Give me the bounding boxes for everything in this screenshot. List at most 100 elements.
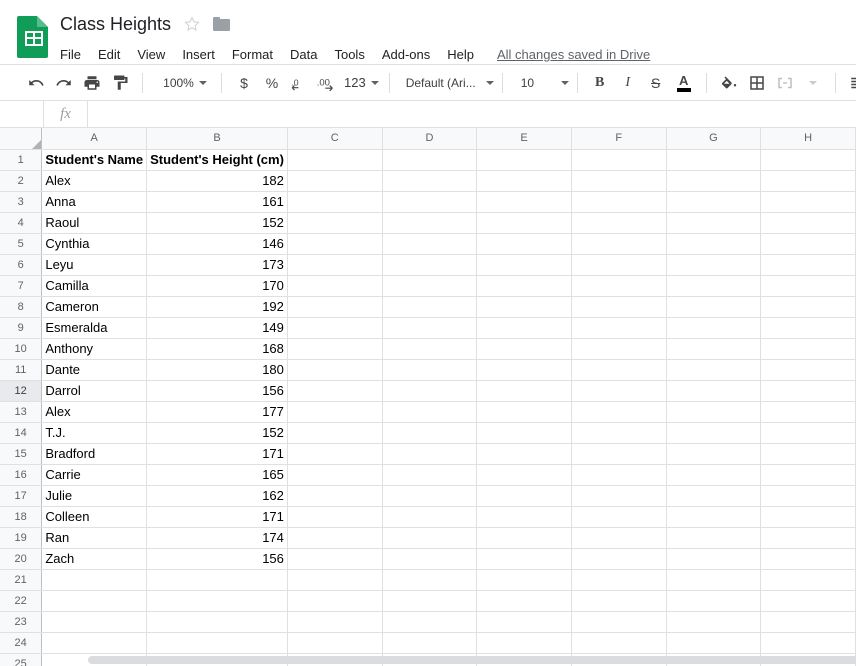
cell[interactable]: Bradford	[41, 443, 148, 465]
cell[interactable]	[666, 191, 762, 213]
column-header-b[interactable]: B	[146, 128, 288, 150]
cell[interactable]: 152	[146, 212, 288, 234]
cell[interactable]	[382, 359, 478, 381]
menu-view[interactable]: View	[137, 47, 165, 62]
cell[interactable]	[476, 233, 572, 255]
cell[interactable]	[476, 170, 572, 192]
cell[interactable]	[666, 632, 762, 654]
cell[interactable]	[287, 548, 383, 570]
row-header-25[interactable]: 25	[0, 653, 43, 666]
cell[interactable]	[382, 506, 478, 528]
cell[interactable]: Camilla	[41, 275, 148, 297]
cell[interactable]: 177	[146, 401, 288, 423]
cell[interactable]: 171	[146, 443, 288, 465]
cell[interactable]	[571, 632, 667, 654]
cell[interactable]: Raoul	[41, 212, 148, 234]
cell[interactable]	[760, 485, 856, 507]
cell[interactable]: 174	[146, 527, 288, 549]
cell[interactable]	[666, 569, 762, 591]
cell[interactable]	[476, 590, 572, 612]
horizontal-align-icon[interactable]	[844, 69, 856, 97]
cell[interactable]	[382, 632, 478, 654]
spreadsheet-grid[interactable]: A B C D E F G H 1 Student's Name Student's…	[0, 128, 856, 666]
row-header-2[interactable]: 2	[0, 170, 43, 192]
borders-icon[interactable]	[743, 69, 771, 97]
cell[interactable]	[760, 191, 856, 213]
cell[interactable]	[666, 422, 762, 444]
cell[interactable]	[571, 422, 667, 444]
cell[interactable]	[382, 464, 478, 486]
cell[interactable]	[571, 590, 667, 612]
cell[interactable]: Zach	[41, 548, 148, 570]
cell[interactable]	[571, 296, 667, 318]
redo-button[interactable]	[50, 69, 78, 97]
cell[interactable]	[760, 569, 856, 591]
cell[interactable]: 180	[146, 359, 288, 381]
cell[interactable]	[571, 191, 667, 213]
cell[interactable]	[760, 443, 856, 465]
cell[interactable]	[41, 611, 148, 633]
cell[interactable]	[476, 359, 572, 381]
cell[interactable]	[382, 569, 478, 591]
cell[interactable]	[476, 422, 572, 444]
cell[interactable]	[476, 632, 572, 654]
cell[interactable]	[287, 590, 383, 612]
cell[interactable]	[760, 632, 856, 654]
cell[interactable]	[571, 359, 667, 381]
cell[interactable]	[571, 254, 667, 276]
cell[interactable]	[287, 401, 383, 423]
cell[interactable]	[41, 590, 148, 612]
cell[interactable]	[571, 443, 667, 465]
cell[interactable]	[666, 443, 762, 465]
cell[interactable]	[476, 506, 572, 528]
cell[interactable]	[760, 317, 856, 339]
cell[interactable]	[476, 149, 572, 171]
print-icon[interactable]	[78, 69, 106, 97]
cell[interactable]: Colleen	[41, 506, 148, 528]
cell[interactable]: Cameron	[41, 296, 148, 318]
cell[interactable]: 146	[146, 233, 288, 255]
cell[interactable]	[382, 485, 478, 507]
cell[interactable]	[571, 380, 667, 402]
cell[interactable]: 168	[146, 338, 288, 360]
cell[interactable]	[382, 254, 478, 276]
cell[interactable]	[666, 296, 762, 318]
cell[interactable]	[760, 401, 856, 423]
cell[interactable]	[382, 422, 478, 444]
cell[interactable]: 182	[146, 170, 288, 192]
cell[interactable]	[760, 296, 856, 318]
cell[interactable]	[666, 170, 762, 192]
percent-format-button[interactable]: %	[258, 69, 286, 97]
save-status[interactable]: All changes saved in Drive	[497, 47, 650, 62]
cell[interactable]: 152	[146, 422, 288, 444]
cell[interactable]	[287, 611, 383, 633]
cell[interactable]	[571, 275, 667, 297]
star-icon[interactable]	[183, 15, 201, 33]
cell[interactable]	[287, 170, 383, 192]
row-header-3[interactable]: 3	[0, 191, 43, 213]
cell[interactable]	[571, 338, 667, 360]
cell[interactable]	[666, 149, 762, 171]
cell[interactable]	[476, 212, 572, 234]
column-header-e[interactable]: E	[476, 128, 572, 150]
cell[interactable]	[571, 401, 667, 423]
decrease-decimal-button[interactable]: .0	[286, 69, 314, 97]
cell[interactable]	[476, 338, 572, 360]
cell[interactable]	[760, 212, 856, 234]
cell[interactable]: Student's Name	[41, 149, 148, 171]
cell[interactable]	[476, 485, 572, 507]
cell[interactable]	[571, 212, 667, 234]
zoom-dropdown[interactable]: 100%	[151, 70, 213, 96]
cell[interactable]	[666, 359, 762, 381]
column-header-c[interactable]: C	[287, 128, 383, 150]
cell[interactable]	[666, 212, 762, 234]
cell[interactable]: Darrol	[41, 380, 148, 402]
text-color-button[interactable]: A	[670, 69, 698, 97]
cell[interactable]	[287, 149, 383, 171]
cell[interactable]: Leyu	[41, 254, 148, 276]
cell[interactable]	[666, 275, 762, 297]
cell[interactable]: Student's Height (cm)	[146, 149, 288, 171]
cell[interactable]	[666, 590, 762, 612]
menu-data[interactable]: Data	[290, 47, 317, 62]
name-box[interactable]	[0, 101, 44, 127]
